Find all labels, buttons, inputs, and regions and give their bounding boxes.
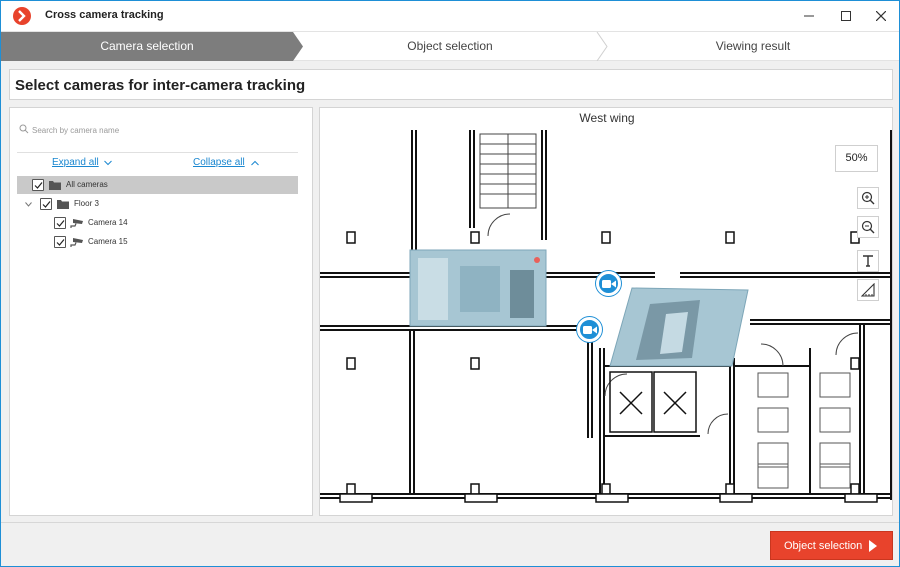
camera-14-pin[interactable] — [596, 271, 621, 296]
chevron-down-icon[interactable] — [104, 160, 112, 166]
title-bar: Cross camera tracking — [1, 1, 899, 31]
tree-item-camera-15[interactable]: Camera 15 — [17, 233, 298, 251]
close-button[interactable] — [863, 1, 899, 31]
minimize-button[interactable] — [791, 1, 827, 31]
page-heading-bar: Select cameras for inter-camera tracking — [9, 69, 893, 100]
chevron-down-icon[interactable] — [25, 202, 32, 207]
tree-item-floor-3[interactable]: Floor 3 — [17, 195, 298, 213]
page-title: Select cameras for inter-camera tracking — [15, 77, 306, 94]
zoom-level: 50% — [835, 145, 878, 172]
checkbox-camera-15[interactable] — [54, 236, 66, 248]
expand-all-link[interactable]: Expand all — [52, 157, 99, 168]
floor-plan-panel[interactable]: West wing 50% — [319, 107, 893, 516]
next-step-label: Object selection — [784, 540, 863, 552]
search-box — [18, 118, 298, 142]
camera-list-panel: Expand all Collapse all All cameras Floo… — [9, 107, 313, 516]
folder-icon — [49, 181, 61, 190]
text-tool-icon — [863, 255, 873, 267]
zoom-out-icon — [861, 220, 875, 234]
camera-15-pin[interactable] — [577, 317, 602, 342]
next-step-button[interactable]: Object selection — [770, 531, 893, 560]
collapse-all-link[interactable]: Collapse all — [193, 157, 245, 168]
window-title: Cross camera tracking — [45, 9, 164, 21]
video-camera-icon — [602, 280, 616, 288]
main-window: Cross camera tracking Camera selection O… — [0, 0, 900, 567]
camera-icon — [70, 238, 83, 247]
maximize-button[interactable] — [828, 1, 864, 31]
zoom-out-button[interactable] — [857, 216, 879, 238]
tree-item-camera-14[interactable]: Camera 14 — [17, 214, 298, 232]
tab-camera-selection[interactable]: Camera selection — [1, 32, 293, 61]
video-camera-icon — [583, 326, 597, 334]
tree-label: Camera 14 — [88, 218, 128, 227]
tree-item-all-cameras[interactable]: All cameras — [17, 176, 298, 194]
tree-label: All cameras — [66, 180, 108, 189]
tree-label: Camera 15 — [88, 237, 128, 246]
ruler-tool-icon — [861, 283, 875, 297]
footer-divider — [1, 522, 899, 523]
tab-object-selection[interactable]: Object selection — [303, 32, 597, 61]
ruler-tool-button[interactable] — [857, 279, 879, 301]
camera-icon — [70, 219, 83, 228]
tree-label: Floor 3 — [74, 199, 99, 208]
play-arrow-icon — [869, 540, 877, 552]
checkbox-all-cameras[interactable] — [32, 179, 44, 191]
tab-viewing-result[interactable]: Viewing result — [607, 32, 899, 61]
search-divider — [17, 152, 298, 153]
wizard-steps: Camera selection Object selection Viewin… — [1, 31, 899, 61]
map-title: West wing — [579, 111, 635, 125]
zoom-in-button[interactable] — [857, 187, 879, 209]
floor-plan[interactable] — [320, 108, 893, 516]
camera-15-view[interactable] — [609, 287, 749, 367]
search-input[interactable] — [32, 120, 292, 140]
chevron-up-icon[interactable] — [251, 160, 259, 166]
checkbox-camera-14[interactable] — [54, 217, 66, 229]
folder-icon — [57, 200, 69, 209]
app-logo-icon — [13, 7, 31, 25]
text-tool-button[interactable] — [857, 250, 879, 272]
checkbox-floor-3[interactable] — [40, 198, 52, 210]
camera-14-view[interactable] — [409, 249, 547, 327]
zoom-in-icon — [861, 191, 875, 205]
search-icon — [19, 124, 29, 134]
